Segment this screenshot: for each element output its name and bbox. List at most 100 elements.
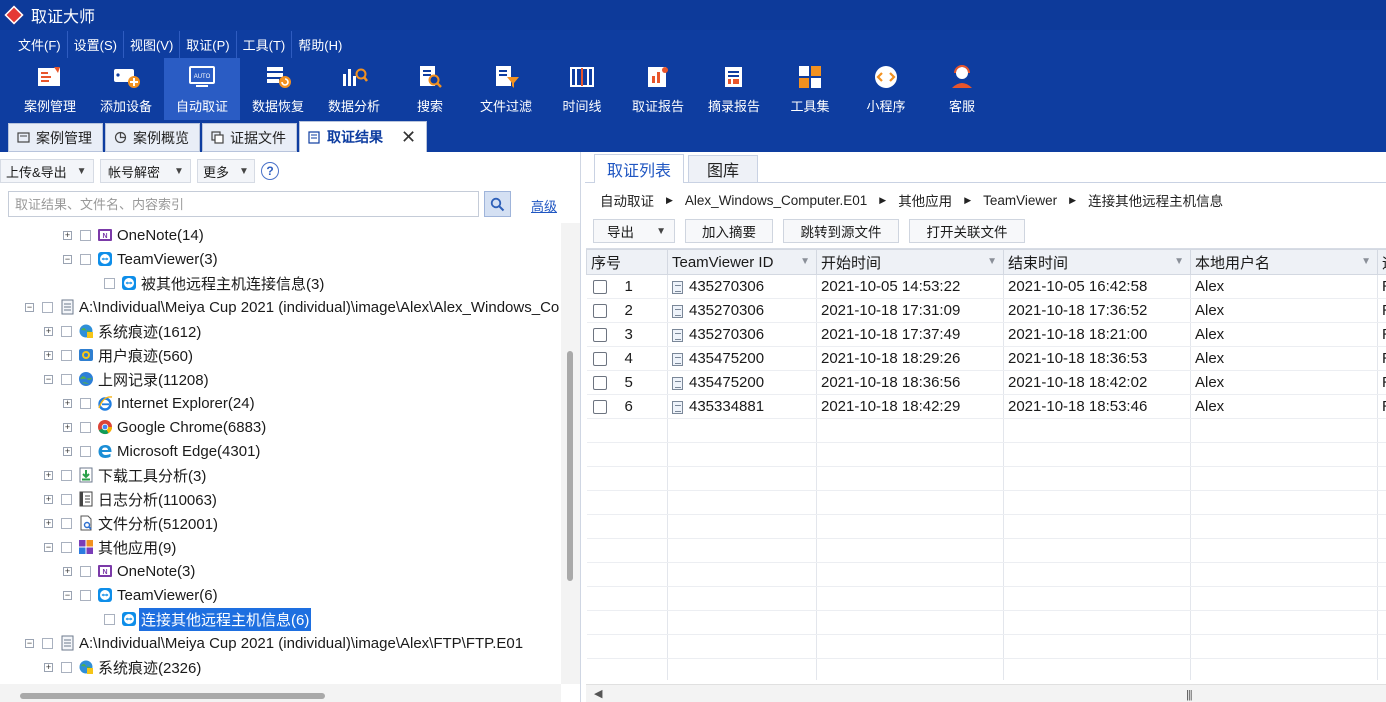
menu-settings[interactable]: 设置(S) [68,30,124,58]
toolbar-search-button[interactable]: 搜索 [392,58,468,120]
menu-forensics[interactable]: 取证(P) [180,30,237,58]
expand-icon[interactable]: + [44,326,53,336]
menu-tools[interactable]: 工具(T) [237,30,293,58]
tree-node[interactable]: − TeamViewer(6) [63,583,220,607]
export-dropdown[interactable]: 导出 ▼ [593,219,675,243]
tree-checkbox[interactable] [42,301,53,313]
menu-file[interactable]: 文件(F) [12,30,68,58]
tree-checkbox[interactable] [61,349,72,361]
breadcrumb-item[interactable]: 其他应用 [898,190,952,210]
search-button[interactable] [484,191,511,217]
tree-checkbox[interactable] [61,493,72,505]
tree-node[interactable]: − TeamViewer(3) [63,247,220,271]
scroll-thumb[interactable] [567,351,573,581]
tree-node[interactable]: + Microsoft Edge(4301) [63,439,262,463]
table-row[interactable]: 4 435475200 2021-10-18 18:29:26 2021-10-18 … [586,346,1386,371]
tree-node[interactable]: − 上网记录(11208) [44,367,211,391]
close-icon[interactable]: ✕ [401,127,416,148]
toolbar-add-device-button[interactable]: 添加设备 [88,58,164,120]
expand-icon[interactable]: + [44,470,53,480]
menu-help[interactable]: 帮助(H) [292,31,348,58]
collapse-icon[interactable]: − [25,638,34,648]
tree-horizontal-scrollbar[interactable] [0,684,561,702]
tree-node[interactable]: + 下载工具分析(3) [44,463,208,487]
column-header-index[interactable]: 序号 [586,249,668,275]
tree-checkbox[interactable] [104,277,115,289]
tree-node[interactable]: − A:\Individual\Meiya Cup 2021 (individua… [25,631,525,655]
tree-vertical-scrollbar[interactable] [561,223,580,684]
expand-icon[interactable]: + [44,350,53,360]
breadcrumb-item[interactable]: 自动取证 [600,190,654,210]
collapse-icon[interactable]: − [44,374,53,384]
tab-evidence-files[interactable]: 证据文件 [202,123,297,152]
toolbar-timeline-button[interactable]: 时间线 [544,58,620,120]
expand-icon[interactable]: + [63,422,72,432]
toolbar-case-management-button[interactable]: 案例管理 [12,58,88,120]
table-row[interactable]: 3 435270306 2021-10-18 17:37:49 2021-10-18 … [586,322,1386,347]
expand-icon[interactable]: + [63,566,72,576]
help-icon[interactable]: ? [261,162,279,180]
expand-icon[interactable]: + [44,518,53,528]
breadcrumb-item[interactable]: Alex_Windows_Computer.E01 [685,193,867,208]
toolbar-data-recovery-button[interactable]: 数据恢复 [240,58,316,120]
tab-forensics-list[interactable]: 取证列表 [594,154,685,183]
column-header-end-time[interactable]: 结束时间 ▼ [1003,249,1191,275]
open-related-file-button[interactable]: 打开关联文件 [909,219,1025,243]
tree-node[interactable]: + 系统痕迹(1612) [44,319,203,343]
tree-checkbox[interactable] [80,229,91,241]
toolbar-file-filter-button[interactable]: 文件过滤 [468,58,544,120]
search-input[interactable] [8,191,479,217]
tree-checkbox[interactable] [61,469,72,481]
expand-icon[interactable]: + [63,230,72,240]
more-dropdown[interactable]: 更多 ▼ [197,159,255,183]
tree-checkbox[interactable] [80,397,91,409]
column-header-local-user[interactable]: 本地用户名 ▼ [1190,249,1378,275]
toolbar-toolset-button[interactable]: 工具集 [772,58,848,120]
upload-export-dropdown[interactable]: 上传&导出 ▼ [0,159,94,183]
tree-node[interactable]: + N OneNote(14) [63,223,206,247]
tree-node[interactable]: 被其他远程主机连接信息(3) [104,271,326,295]
advanced-search-link[interactable]: 高级 [531,196,557,215]
row-checkbox[interactable] [592,280,607,295]
tree-checkbox[interactable] [42,637,53,649]
row-checkbox[interactable] [592,400,607,415]
row-checkbox[interactable] [592,352,607,367]
column-header-remote[interactable]: 远 [1377,249,1386,275]
scroll-thumb-grip-icon[interactable]: ||| [1186,689,1193,701]
table-row[interactable]: 1 435270306 2021-10-05 14:53:22 2021-10-05 … [586,274,1386,299]
tree-checkbox[interactable] [61,325,72,337]
toolbar-excerpt-report-button[interactable]: 摘录报告 [696,58,772,120]
table-row[interactable]: 6 435334881 2021-10-18 18:42:29 2021-10-18 … [586,394,1386,419]
tab-case-overview[interactable]: 案例概览 [105,123,200,152]
tree-checkbox[interactable] [61,541,72,553]
scroll-thumb[interactable] [20,693,325,699]
expand-icon[interactable]: + [63,446,72,456]
scroll-left-icon[interactable]: ◀ [594,687,602,700]
collapse-icon[interactable]: − [63,254,72,264]
column-header-start-time[interactable]: 开始时间 ▼ [816,249,1004,275]
tab-forensics-results[interactable]: 取证结果 ✕ [299,121,428,152]
tree-node[interactable]: + 用户痕迹(560) [44,343,195,367]
filter-icon[interactable]: ▼ [1361,256,1371,267]
tree-node[interactable]: + Internet Explorer(24) [63,391,257,415]
account-decrypt-dropdown[interactable]: 帐号解密 ▼ [100,159,191,183]
tree-checkbox[interactable] [61,373,72,385]
tree-node[interactable]: + 文件分析(512001) [44,511,220,535]
tree-checkbox[interactable] [80,253,91,265]
table-horizontal-scrollbar[interactable]: ◀ ||| [586,684,1386,702]
tree-node[interactable]: + 日志分析(110063) [44,487,219,511]
tree-checkbox[interactable] [61,517,72,529]
toolbar-forensics-report-button[interactable]: 取证报告 [620,58,696,120]
toolbar-mini-program-button[interactable]: 小程序 [848,58,924,120]
tree-checkbox[interactable] [80,565,91,577]
tree-node[interactable]: + 系统痕迹(2326) [44,655,203,679]
tree-node[interactable]: 连接其他远程主机信息(6) [104,607,312,631]
filter-icon[interactable]: ▼ [800,256,810,267]
tab-gallery[interactable]: 图库 [688,155,759,182]
add-summary-button[interactable]: 加入摘要 [685,219,773,243]
tree-checkbox[interactable] [104,613,115,625]
collapse-icon[interactable]: − [44,542,53,552]
row-checkbox[interactable] [592,376,607,391]
expand-icon[interactable]: + [44,494,53,504]
breadcrumb-item[interactable]: 连接其他远程主机信息 [1088,190,1223,210]
